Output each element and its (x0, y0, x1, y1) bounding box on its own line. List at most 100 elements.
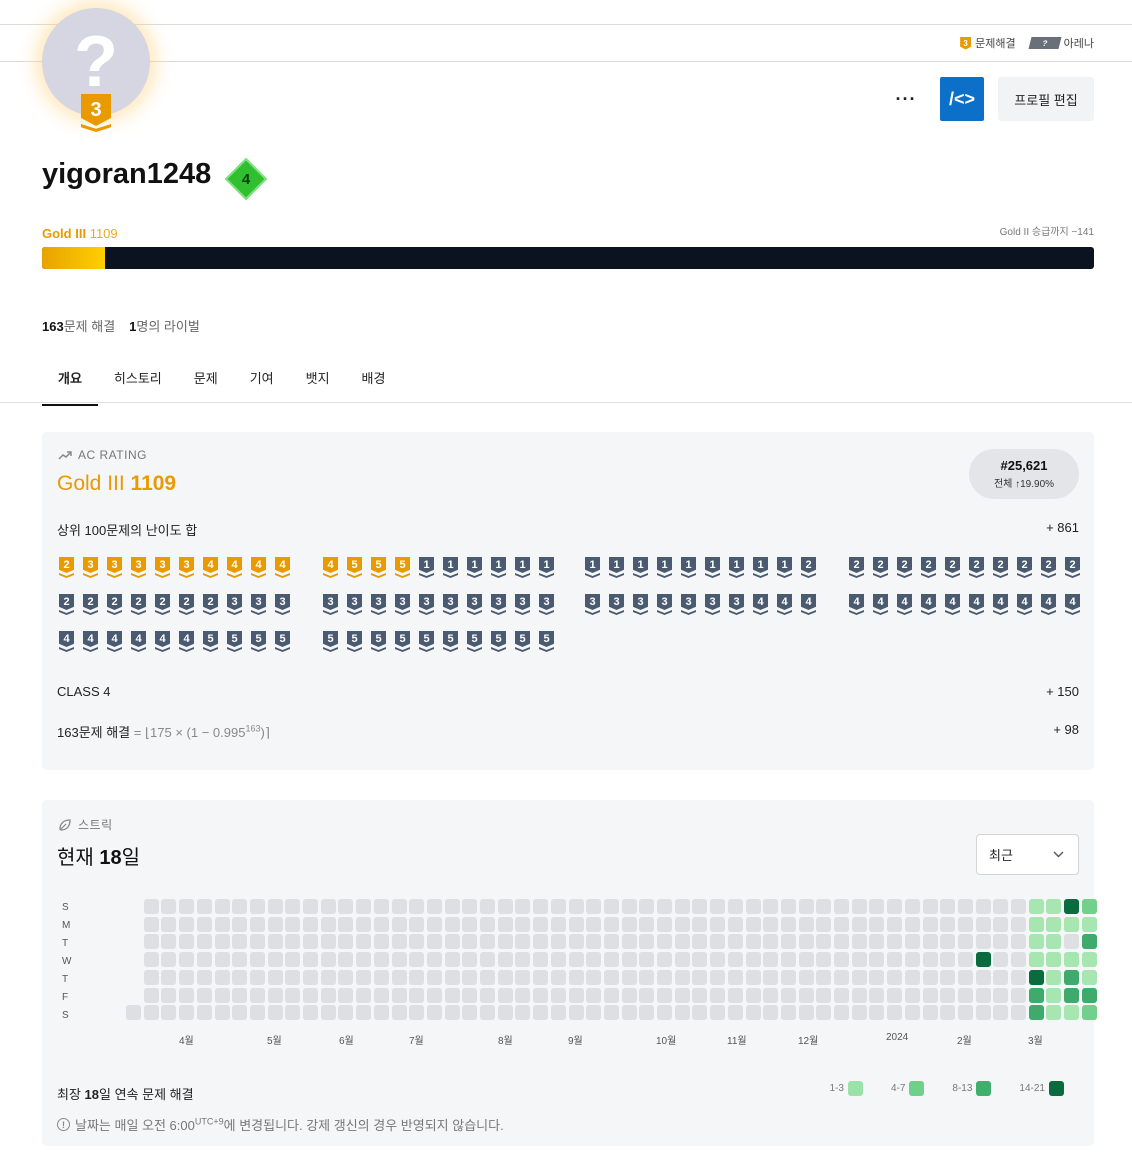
heatmap-cell[interactable] (975, 934, 991, 950)
heatmap-cell[interactable] (303, 952, 318, 968)
heatmap-cell[interactable] (214, 987, 230, 1003)
heatmap-cell[interactable] (1046, 952, 1062, 968)
heatmap-cell[interactable] (639, 899, 655, 914)
problem-tier-badge[interactable]: 4 (799, 594, 818, 616)
heatmap-cell[interactable] (568, 1005, 584, 1021)
heatmap-cell[interactable] (975, 1005, 991, 1021)
heatmap-cell[interactable] (303, 987, 318, 1003)
heatmap-cell[interactable] (780, 969, 796, 985)
heatmap-cell[interactable] (444, 934, 460, 950)
heatmap-cell[interactable] (426, 1005, 442, 1021)
problem-tier-badge[interactable]: 2 (57, 594, 76, 616)
heatmap-cell[interactable] (1046, 969, 1062, 985)
heatmap-cell[interactable] (1081, 916, 1097, 932)
heatmap-cell[interactable] (621, 987, 637, 1003)
heatmap-cell[interactable] (285, 899, 301, 914)
problem-tier-badge[interactable]: 3 (81, 557, 100, 579)
problem-tier-badge[interactable]: 3 (225, 594, 244, 616)
problem-tier-badge[interactable]: 3 (249, 594, 268, 616)
heatmap-cell[interactable] (692, 899, 708, 914)
heatmap-cell[interactable] (674, 1005, 690, 1021)
heatmap-cell[interactable] (834, 1005, 849, 1021)
problem-tier-badge[interactable]: 4 (105, 631, 124, 653)
heatmap-cell[interactable] (320, 969, 336, 985)
problem-tier-badge[interactable]: 2 (129, 594, 148, 616)
problem-tier-badge[interactable]: 5 (513, 631, 532, 653)
heatmap-cell[interactable] (267, 899, 283, 914)
problem-tier-badge[interactable]: 4 (943, 594, 962, 616)
heatmap-cell[interactable] (639, 934, 655, 950)
heatmap-cell[interactable] (409, 969, 425, 985)
heatmap-cell[interactable] (462, 969, 478, 985)
heatmap-cell[interactable] (285, 969, 301, 985)
heatmap-cell[interactable] (904, 1005, 920, 1021)
heatmap-cell[interactable] (887, 952, 903, 968)
heatmap-cell[interactable] (444, 969, 460, 985)
heatmap-cell[interactable] (1011, 952, 1026, 968)
heatmap-cell[interactable] (904, 969, 920, 985)
heatmap-cell[interactable] (497, 987, 513, 1003)
problem-tier-badge[interactable]: 4 (225, 557, 244, 579)
heatmap-cell[interactable] (603, 969, 619, 985)
heatmap-cell[interactable] (745, 899, 761, 914)
heatmap-cell[interactable] (727, 969, 743, 985)
problem-tier-badge[interactable]: 3 (417, 594, 436, 616)
heatmap-cell[interactable] (249, 916, 265, 932)
heatmap-cell[interactable] (426, 952, 442, 968)
heatmap-cell[interactable] (338, 1005, 354, 1021)
heatmap-cell[interactable] (143, 899, 159, 914)
heatmap-cell[interactable] (533, 987, 549, 1003)
tab-contribution[interactable]: 기여 (234, 360, 290, 406)
heatmap-cell[interactable] (444, 899, 460, 914)
heatmap-cell[interactable] (214, 899, 230, 914)
heatmap-cell[interactable] (285, 952, 301, 968)
heatmap-cell[interactable] (1011, 969, 1026, 985)
heatmap-cell[interactable] (887, 916, 903, 932)
heatmap-cell[interactable] (710, 987, 726, 1003)
problem-tier-badge[interactable]: 4 (177, 631, 196, 653)
heatmap-cell[interactable] (763, 934, 779, 950)
heatmap-cell[interactable] (940, 1005, 956, 1021)
heatmap-cell[interactable] (780, 987, 796, 1003)
heatmap-cell[interactable] (143, 952, 159, 968)
heatmap-cell[interactable] (320, 916, 336, 932)
heatmap-cell[interactable] (727, 1005, 743, 1021)
problem-tier-badge[interactable]: 3 (703, 594, 722, 616)
heatmap-cell[interactable] (391, 987, 407, 1003)
heatmap-cell[interactable] (1064, 969, 1080, 985)
problem-tier-badge[interactable]: 2 (871, 557, 890, 579)
heatmap-cell[interactable] (621, 1005, 637, 1021)
heatmap-cell[interactable] (692, 952, 708, 968)
heatmap-cell[interactable] (550, 934, 566, 950)
heatmap-cell[interactable] (922, 934, 938, 950)
tab-background[interactable]: 배경 (346, 360, 402, 406)
heatmap-cell[interactable] (710, 952, 726, 968)
heatmap-cell[interactable] (267, 1005, 283, 1021)
heatmap-cell[interactable] (727, 987, 743, 1003)
heatmap-cell[interactable] (338, 987, 354, 1003)
heatmap-cell[interactable] (692, 934, 708, 950)
heatmap-cell[interactable] (568, 916, 584, 932)
heatmap-cell[interactable] (497, 934, 513, 950)
heatmap-cell[interactable] (922, 952, 938, 968)
heatmap-cell[interactable] (851, 987, 867, 1003)
heatmap-cell[interactable] (710, 899, 726, 914)
heatmap-cell[interactable] (550, 1005, 566, 1021)
heatmap-cell[interactable] (480, 987, 495, 1003)
heatmap-cell[interactable] (161, 1005, 177, 1021)
heatmap-cell[interactable] (834, 916, 849, 932)
heatmap-cell[interactable] (480, 952, 495, 968)
heatmap-cell[interactable] (834, 952, 849, 968)
problem-tier-badge[interactable]: 5 (393, 557, 412, 579)
heatmap-cell[interactable] (993, 916, 1009, 932)
heatmap-cell[interactable] (798, 899, 814, 914)
problem-tier-badge[interactable]: 1 (465, 557, 484, 579)
heatmap-cell[interactable] (426, 899, 442, 914)
heatmap-cell[interactable] (320, 1005, 336, 1021)
heatmap-cell[interactable] (603, 1005, 619, 1021)
heatmap-cell[interactable] (1046, 1005, 1062, 1021)
heatmap-cell[interactable] (426, 916, 442, 932)
heatmap-cell[interactable] (639, 969, 655, 985)
heatmap-cell[interactable] (497, 916, 513, 932)
heatmap-cell[interactable] (533, 899, 549, 914)
